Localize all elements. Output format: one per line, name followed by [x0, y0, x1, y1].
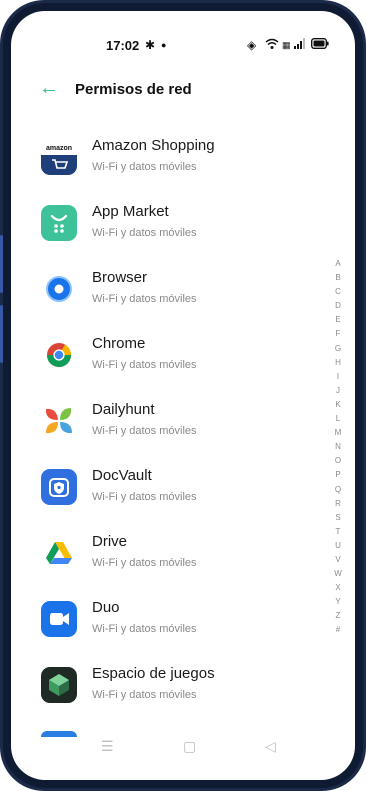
app-name: DocVault — [92, 467, 152, 484]
alphabet-index-letter[interactable]: U — [331, 539, 345, 553]
app-row-amazon-shopping[interactable]: amazon Amazon Shopping Wi-Fi y datos móv… — [11, 131, 311, 197]
duo-icon — [41, 601, 77, 637]
status-bar: 17:02 ✱ ● ◈ ▦ — [11, 11, 355, 61]
wifi-icon — [265, 38, 279, 49]
app-permission: Wi-Fi y datos móviles — [92, 161, 197, 173]
back-arrow-icon[interactable]: ← — [39, 77, 59, 100]
gear-icon: ✱ — [145, 38, 156, 52]
back-icon[interactable]: ◁ — [265, 738, 276, 755]
app-name: App Market — [92, 203, 169, 220]
battery-icon — [311, 38, 329, 49]
alphabet-index-letter[interactable]: G — [331, 342, 345, 356]
app-row-docvault[interactable]: DocVault Wi-Fi y datos móviles — [11, 461, 311, 527]
alphabet-index-letter[interactable]: I — [331, 370, 345, 384]
amazon-logo-text: amazon — [46, 145, 72, 152]
app-row-duo[interactable]: Duo Wi-Fi y datos móviles — [11, 593, 311, 659]
hotspot-icon: ◈ — [247, 38, 257, 52]
phone-frame: 17:02 ✱ ● ◈ ▦ ← Permisos de red amazon A… — [0, 0, 366, 791]
alphabet-index-letter[interactable]: C — [331, 285, 345, 299]
alphabet-index-letter[interactable]: # — [331, 623, 345, 637]
status-time: 17:02 — [106, 38, 140, 53]
app-name: Duo — [92, 599, 120, 616]
sim-icon: ▦ — [282, 40, 291, 50]
menu-icon[interactable]: ☰ — [101, 738, 114, 755]
app-permission: Wi-Fi y datos móviles — [92, 293, 197, 305]
app-permission: Wi-Fi y datos móviles — [92, 623, 197, 635]
alphabet-index-letter[interactable]: L — [331, 412, 345, 426]
alphabet-index-letter[interactable]: D — [331, 299, 345, 313]
app-name: Drive — [92, 533, 128, 550]
app-permission: Wi-Fi y datos móviles — [92, 491, 197, 503]
alphabet-index-letter[interactable]: M — [331, 426, 345, 440]
app-permission: Wi-Fi y datos móviles — [92, 227, 197, 239]
volume-key — [0, 235, 3, 293]
signal-icon — [294, 38, 305, 49]
screen: 17:02 ✱ ● ◈ ▦ ← Permisos de red amazon A… — [11, 11, 355, 780]
alphabet-index-letter[interactable]: V — [331, 553, 345, 567]
app-header: ← Permisos de red — [11, 77, 355, 107]
alphabet-index-letter[interactable]: P — [331, 468, 345, 482]
alphabet-index-letter[interactable]: F — [331, 327, 345, 341]
app-row-chrome[interactable]: Chrome Wi-Fi y datos móviles — [11, 329, 311, 395]
app-row-drive[interactable]: Drive Wi-Fi y datos móviles — [11, 527, 311, 593]
alphabet-index-letter[interactable]: W — [331, 567, 345, 581]
dailyhunt-icon — [41, 403, 77, 439]
app-name: Espacio de juegos — [92, 665, 215, 682]
app-name: Amazon Shopping — [92, 137, 215, 154]
alphabet-index-letter[interactable]: Q — [331, 483, 345, 497]
amazon-shopping-icon: amazon — [41, 139, 77, 175]
app-name: Browser — [92, 269, 148, 286]
app-permission: Wi-Fi y datos móviles — [92, 359, 197, 371]
alphabet-index-letter[interactable]: Z — [331, 609, 345, 623]
app-name: Dailyhunt — [92, 401, 155, 418]
browser-icon — [41, 271, 77, 307]
page-title: Permisos de red — [75, 81, 192, 98]
app-permission: Wi-Fi y datos móviles — [92, 557, 197, 569]
app-name: Chrome — [92, 335, 146, 352]
alphabet-index-letter[interactable]: Y — [331, 595, 345, 609]
alphabet-index-letter[interactable]: E — [331, 313, 345, 327]
alphabet-index-letter[interactable]: T — [331, 525, 345, 539]
alphabet-index-letter[interactable]: K — [331, 398, 345, 412]
app-permission: Wi-Fi y datos móviles — [92, 689, 197, 701]
alphabet-index-letter[interactable]: S — [331, 511, 345, 525]
navigation-bar: ☰ ▢ ◁ — [11, 736, 355, 766]
alphabet-index-letter[interactable]: X — [331, 581, 345, 595]
drive-icon — [41, 535, 77, 571]
alphabet-index-letter[interactable]: J — [331, 384, 345, 398]
app-row-app-market[interactable]: App Market Wi-Fi y datos móviles — [11, 197, 311, 263]
app-row-dailyhunt[interactable]: Dailyhunt Wi-Fi y datos móviles — [11, 395, 311, 461]
espacio-de-juegos-icon — [41, 667, 77, 703]
app-market-icon — [41, 205, 77, 241]
alphabet-index-letter[interactable]: O — [331, 454, 345, 468]
dot-icon: ● — [161, 40, 167, 50]
app-row-browser[interactable]: Browser Wi-Fi y datos móviles — [11, 263, 311, 329]
chrome-icon — [41, 337, 77, 373]
app-permission: Wi-Fi y datos móviles — [92, 425, 197, 437]
alphabet-index[interactable]: A B C D E F G H I J K L M N O P Q R S T U V W X Y Z # — [331, 257, 345, 638]
alphabet-index-letter[interactable]: N — [331, 440, 345, 454]
app-row-espacio-de-juegos[interactable]: Espacio de juegos Wi-Fi y datos móviles — [11, 659, 311, 725]
docvault-icon — [41, 469, 77, 505]
alphabet-index-letter[interactable]: R — [331, 497, 345, 511]
volume-key — [0, 305, 3, 363]
alphabet-index-letter[interactable]: A — [331, 257, 345, 271]
home-icon[interactable]: ▢ — [183, 738, 196, 755]
alphabet-index-letter[interactable]: B — [331, 271, 345, 285]
alphabet-index-letter[interactable]: H — [331, 356, 345, 370]
